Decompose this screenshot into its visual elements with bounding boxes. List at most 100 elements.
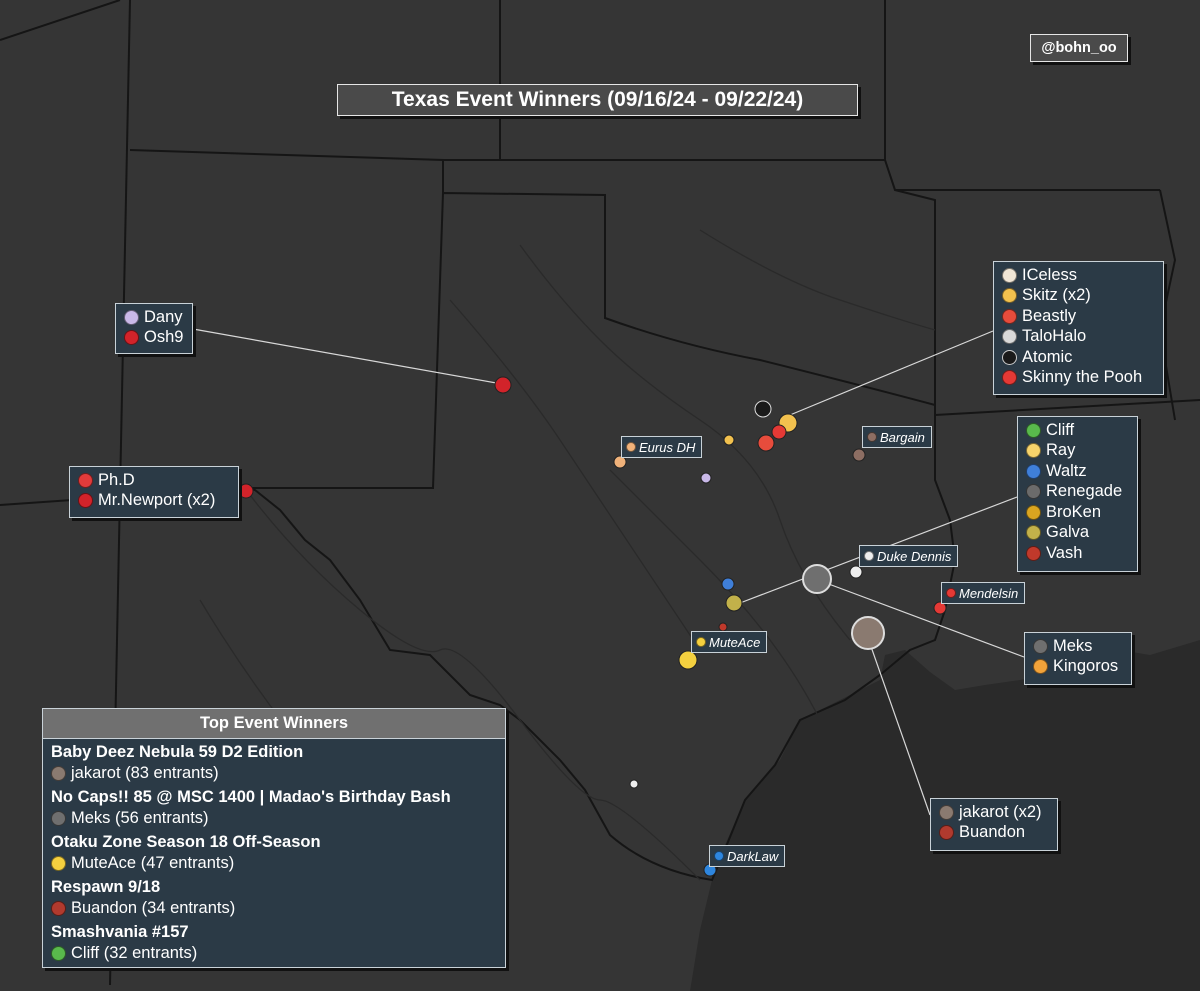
jakarot-icon <box>51 766 66 781</box>
cluster-box-austin: Cliff Ray Waltz Renegade BroKen Galva Va… <box>1017 416 1138 572</box>
event-winner: Cliff (32 entrants) <box>51 943 497 964</box>
jakarot-marker <box>851 616 885 650</box>
waltz-icon <box>1026 463 1041 479</box>
event-name: Baby Deez Nebula 59 D2 Edition <box>51 743 304 761</box>
cluster-player: Beastly <box>1002 306 1155 327</box>
cluster-player: Waltz <box>1026 461 1129 482</box>
top-event-winners-header: Top Event Winners <box>43 709 505 739</box>
event-entry: Baby Deez Nebula 59 D2 Edition jakarot (… <box>43 741 505 784</box>
eurus-icon <box>626 442 636 452</box>
cluster-player: Buandon <box>939 823 1049 844</box>
event-winner: Meks (56 entrants) <box>51 808 497 829</box>
phd-icon <box>78 472 93 488</box>
cluster-player: jakarot (x2) <box>939 802 1049 823</box>
atomic-marker <box>754 400 772 418</box>
vash-icon <box>1026 545 1041 561</box>
cluster-player: Osh9 <box>124 328 184 349</box>
tag-darklaw: DarkLaw <box>709 845 786 867</box>
broken-icon <box>1026 504 1041 520</box>
beastly-marker <box>757 434 775 452</box>
muteace-marker <box>678 650 698 670</box>
buandon-icon <box>51 901 66 916</box>
top-event-winners-panel: Top Event Winners Baby Deez Nebula 59 D2… <box>42 708 506 968</box>
event-entry: No Caps!! 85 @ MSC 1400 | Madao's Birthd… <box>43 786 505 829</box>
tag-muteace: MuteAce <box>691 631 768 653</box>
beastly-icon <box>1002 308 1017 324</box>
mendelsin-icon <box>946 588 956 598</box>
talohalo-icon <box>1002 329 1017 345</box>
event-name: Respawn 9/18 <box>51 878 161 896</box>
tag-mendelsin: Mendelsin <box>941 582 1026 604</box>
cluster-player: Meks <box>1033 636 1123 657</box>
event-winner: MuteAce (47 entrants) <box>51 853 497 874</box>
event-entry: Respawn 9/18 Buandon (34 entrants) <box>43 876 505 919</box>
event-winner: jakarot (83 entrants) <box>51 763 497 784</box>
author-credit: @bohn_oo <box>1030 34 1128 62</box>
cluster-player: Galva <box>1026 523 1129 544</box>
kingoros-icon <box>1033 659 1048 675</box>
cluster-box-houston: jakarot (x2) Buandon <box>930 798 1058 851</box>
buandon-icon <box>939 825 954 841</box>
jakarot-icon <box>939 804 954 820</box>
cluster-player: Mr.Newport (x2) <box>78 491 230 512</box>
dany-icon <box>124 309 139 325</box>
duke-icon <box>864 551 874 561</box>
galva-icon <box>1026 525 1041 541</box>
event-name: No Caps!! 85 @ MSC 1400 | Madao's Birthd… <box>51 788 451 806</box>
meks-icon <box>1033 638 1048 654</box>
skinny-marker <box>771 424 787 440</box>
skinny-icon <box>1002 370 1017 386</box>
map-title: Texas Event Winners (09/16/24 - 09/22/24… <box>337 84 858 116</box>
cluster-player: Atomic <box>1002 347 1155 368</box>
cluster-player: Renegade <box>1026 482 1129 503</box>
event-name: Otaku Zone Season 18 Off-Season <box>51 833 321 851</box>
event-entry: Smashvania #157 Cliff (32 entrants) <box>43 921 505 964</box>
cluster-player: Ph.D <box>78 470 230 491</box>
cluster-player: Dany <box>124 307 184 328</box>
osh9-icon <box>124 330 139 346</box>
meks-icon <box>51 811 66 826</box>
event-name: Smashvania #157 <box>51 923 189 941</box>
waltz-marker <box>721 577 735 591</box>
mrnewport-marker <box>238 483 254 499</box>
tag-duke: Duke Dennis <box>859 545 959 567</box>
renegade-icon <box>1026 484 1041 500</box>
muteace-icon <box>696 637 706 647</box>
cliff-icon <box>51 946 66 961</box>
bargain-marker <box>852 448 866 462</box>
tag-eurus: Eurus DH <box>621 436 703 458</box>
cluster-player: Cliff <box>1026 420 1129 441</box>
cluster-player: BroKen <box>1026 502 1129 523</box>
meks-marker <box>802 564 832 594</box>
cluster-player: Vash <box>1026 543 1129 564</box>
muteace-icon <box>51 856 66 871</box>
white-marker <box>629 779 639 789</box>
mrnewport-icon <box>78 493 93 509</box>
event-entry: Otaku Zone Season 18 Off-Season MuteAce … <box>43 831 505 874</box>
duke-marker <box>849 565 863 579</box>
cluster-marker <box>723 434 735 446</box>
ray-icon <box>1026 443 1041 459</box>
skitz-icon <box>1002 288 1017 304</box>
cluster-box-bcs: Meks Kingoros <box>1024 632 1132 685</box>
cluster-player: Ray <box>1026 441 1129 462</box>
darklaw-icon <box>714 851 724 861</box>
osh9-marker <box>494 376 512 394</box>
iceless-icon <box>1002 267 1017 283</box>
cluster-player: TaloHalo <box>1002 327 1155 348</box>
cluster-player: ICeless <box>1002 265 1155 286</box>
tag-bargain: Bargain <box>862 426 932 448</box>
cliff-icon <box>1026 422 1041 438</box>
event-winner: Buandon (34 entrants) <box>51 898 497 919</box>
cluster-player: Skitz (x2) <box>1002 286 1155 307</box>
cluster-box-elpaso: Ph.D Mr.Newport (x2) <box>69 466 239 518</box>
atomic-icon <box>1002 349 1017 365</box>
red-marker <box>718 622 728 632</box>
cluster-player: Kingoros <box>1033 657 1123 678</box>
dany-marker <box>700 472 712 484</box>
galva-marker <box>725 594 743 612</box>
cluster-box-dfw: ICeless Skitz (x2) Beastly TaloHalo Atom… <box>993 261 1164 395</box>
bargain-icon <box>867 432 877 442</box>
cluster-player: Skinny the Pooh <box>1002 368 1155 389</box>
cluster-box-amarillo: Dany Osh9 <box>115 303 193 354</box>
